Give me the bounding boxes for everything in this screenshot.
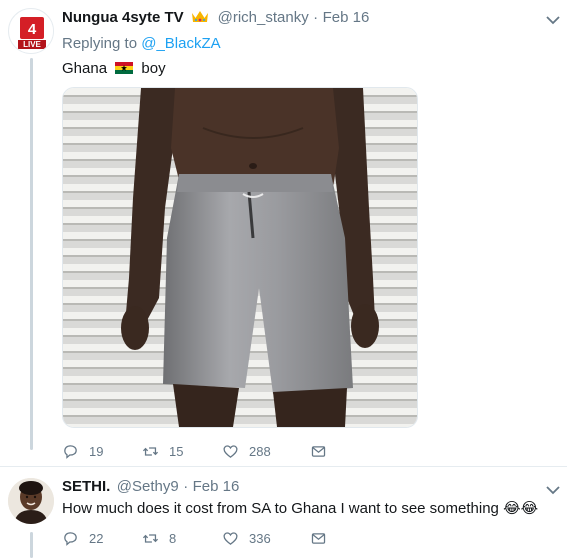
avatar[interactable] xyxy=(8,478,54,524)
crown-emoji-icon xyxy=(192,11,209,22)
like-button[interactable]: 288 xyxy=(222,443,310,460)
tweet-text: How much does it cost from SA to Ghana I… xyxy=(62,499,538,517)
tweet-text-part-2: boy xyxy=(141,60,166,77)
tweet-actions: 22 8 336 xyxy=(62,530,337,547)
retweet-icon xyxy=(142,447,159,456)
tweet-header: Nungua 4syte TV @rich_stanky · Feb 16 xyxy=(62,9,369,27)
svg-text:4: 4 xyxy=(28,21,37,38)
tweet-media-image[interactable] xyxy=(62,87,418,428)
reply-button[interactable]: 19 xyxy=(62,443,142,460)
display-name[interactable]: Nungua 4syte TV xyxy=(62,9,184,26)
avatar[interactable]: 4 LIVE xyxy=(8,8,54,54)
tweet-date[interactable]: Feb 16 xyxy=(193,478,240,495)
laughing-emoji: 😂😂 xyxy=(503,500,539,517)
replying-to-label: Replying to xyxy=(62,35,138,52)
user-handle[interactable]: @Sethy9 xyxy=(117,478,179,495)
tweet-text: Ghana boy xyxy=(62,60,166,77)
photo-illustration xyxy=(63,88,417,427)
user-handle[interactable]: @rich_stanky xyxy=(218,9,309,26)
like-count: 288 xyxy=(249,444,271,459)
reply-button[interactable]: 22 xyxy=(62,530,142,547)
retweet-count: 8 xyxy=(169,531,177,546)
envelope-icon xyxy=(311,533,326,544)
reply-icon xyxy=(64,532,77,546)
retweet-icon xyxy=(142,534,159,543)
reply-count: 19 xyxy=(89,444,104,459)
reply-icon xyxy=(64,445,77,459)
heart-icon xyxy=(223,532,238,545)
envelope-icon xyxy=(311,446,326,457)
retweet-button[interactable]: 8 xyxy=(142,530,222,547)
reply-to-handle[interactable]: @_BlackZA xyxy=(141,35,220,52)
tweet-text-body: How much does it cost from SA to Ghana I… xyxy=(62,500,499,517)
chevron-down-icon[interactable] xyxy=(545,14,561,26)
replying-to: Replying to @_BlackZA xyxy=(62,35,221,52)
direct-message-button[interactable] xyxy=(310,530,337,547)
direct-message-button[interactable] xyxy=(310,443,337,460)
tweet-header: SETHI. @Sethy9 · Feb 16 xyxy=(62,478,239,496)
heart-icon xyxy=(223,445,238,458)
avatar-badge-text: LIVE xyxy=(23,40,41,49)
retweet-button[interactable]: 15 xyxy=(142,443,222,460)
thread-line-top xyxy=(30,58,33,450)
tweet-date[interactable]: Feb 16 xyxy=(323,9,370,26)
thread-line-bottom xyxy=(30,532,33,558)
tweet-divider xyxy=(0,466,567,467)
like-count: 336 xyxy=(249,531,271,546)
separator-dot: · xyxy=(183,478,189,495)
tweet-text-part-1: Ghana xyxy=(62,60,108,77)
separator-dot: · xyxy=(313,9,319,26)
reply-count: 22 xyxy=(89,531,104,546)
ghana-flag-icon xyxy=(115,62,134,74)
profile-photo-icon xyxy=(8,478,54,524)
like-button[interactable]: 336 xyxy=(222,530,310,547)
chevron-down-icon[interactable] xyxy=(545,484,561,496)
tweet-actions: 19 15 288 xyxy=(62,443,337,460)
display-name[interactable]: SETHI. xyxy=(62,478,110,495)
retweet-count: 15 xyxy=(169,444,184,459)
